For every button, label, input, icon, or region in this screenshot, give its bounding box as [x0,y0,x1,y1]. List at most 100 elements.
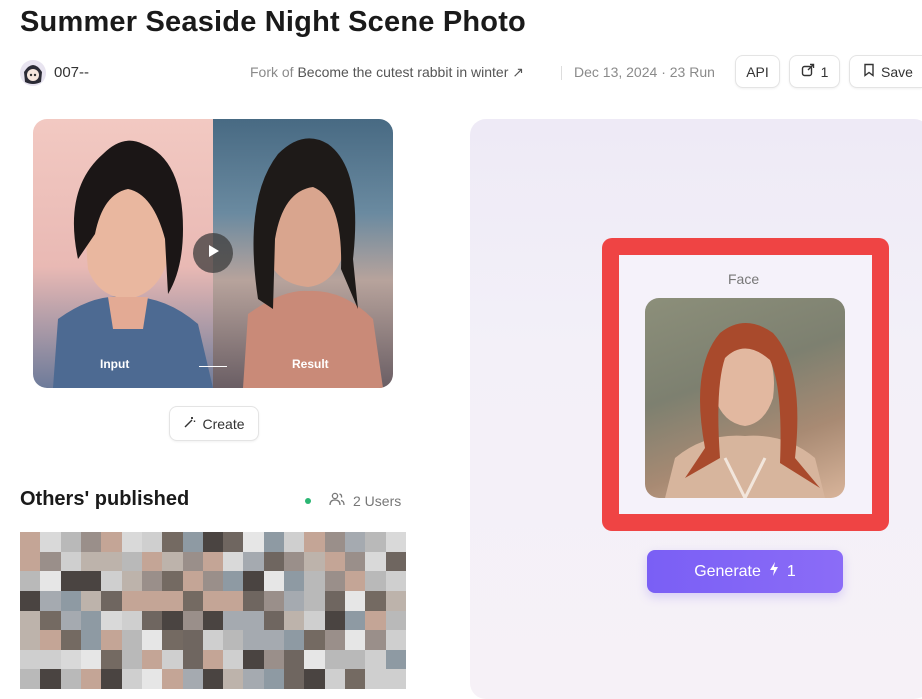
api-button[interactable]: API [735,55,780,88]
thumbnail-pixel [141,610,163,631]
run-count: 23 Run [669,64,715,80]
thumbnail-pixel [385,669,406,689]
thumbnail-pixel [60,610,81,631]
thumbnail-pixel [80,610,102,631]
thumbnail-pixel [223,610,244,631]
thumbnail-pixel [182,590,203,611]
thumbnail-pixel [162,610,183,631]
thumbnail-pixel [60,551,81,572]
thumbnail-pixel [202,590,224,611]
thumbnail-pixel [202,669,224,689]
thumbnail-pixel [345,669,366,689]
thumbnail-pixel [263,630,285,650]
face-image[interactable] [645,298,845,498]
users-count[interactable]: 2 Users [305,492,401,509]
play-button[interactable] [193,233,233,273]
thumbnail-pixel [365,571,386,591]
thumbnail-pixel [20,532,41,552]
thumbnail-pixel [121,590,142,611]
thumbnail-pixel [40,551,61,572]
thumbnail-pixel [385,610,406,631]
thumbnail-pixel [284,649,305,670]
generate-button[interactable]: Generate 1 [647,550,843,593]
thumbnail-pixel [263,551,285,572]
thumbnail-pixel [162,669,183,689]
users-label: 2 Users [353,492,402,509]
thumbnail-pixel [324,669,346,689]
online-dot [305,497,311,504]
thumbnail-pixel [20,590,41,611]
thumbnail-pixel [223,630,244,650]
thumbnail-pixel [60,532,81,552]
thumbnail-pixel [141,590,163,611]
thumbnail-pixel [324,649,346,670]
thumbnail-pixel [40,571,61,591]
thumbnail-pixel [202,610,224,631]
thumbnail-pixel [101,610,122,631]
thumbnail-pixel [80,551,102,572]
thumbnail-pixel [243,532,264,552]
create-label: Create [202,415,245,432]
thumbnail-pixel [121,610,142,631]
thumbnail-pixel [243,551,264,572]
thumbnail-pixel [60,669,81,689]
thumbnail-pixel [60,571,81,591]
users-icon [329,492,345,509]
divider [561,66,562,80]
thumbnail-pixel [263,571,285,591]
page-title: Summer Seaside Night Scene Photo [20,6,526,38]
thumbnail-pixel [141,630,163,650]
lightning-icon [769,562,779,581]
thumbnail-pixel [182,610,203,631]
thumbnail-pixel [141,571,163,591]
result-label: Result [292,357,329,371]
thumbnail-pixel [40,630,61,650]
thumbnail-pixel [223,669,244,689]
generate-cost: 1 [786,562,796,580]
magic-wand-icon [183,416,196,432]
thumbnail-pixel [284,551,305,572]
thumbnail-pixel [80,649,102,670]
author-username[interactable]: 007-- [54,64,89,81]
thumbnail-pixel [182,571,203,591]
thumbnail-pixel [60,590,81,611]
input-image [33,119,213,388]
input-result-preview[interactable]: Input Result [33,119,393,388]
create-button[interactable]: Create [169,406,259,441]
thumbnail-pixel [223,551,244,572]
thumbnail-pixel [304,590,325,611]
thumbnail-pixel [365,610,386,631]
thumbnail-pixel [202,649,224,670]
thumbnail-pixel [385,532,406,552]
thumbnail-pixel [80,630,102,650]
thumbnail-pixel [345,610,366,631]
thumbnail-pixel [60,649,81,670]
date-text: Dec 13, 2024 [574,64,658,80]
thumbnail-pixel [182,630,203,650]
fork-source-link[interactable]: Become the cutest rabbit in winter ↗ [297,64,524,80]
thumbnail-pixel [141,532,163,552]
thumbnail-pixel [223,590,244,611]
thumbnail-pixel [202,551,224,572]
input-label: Input [100,357,130,371]
thumbnail-pixel [263,669,285,689]
thumbnail-pixel [263,532,285,552]
save-button[interactable]: Save [849,55,922,88]
thumbnail-pixel [121,649,142,670]
thumbnail-pixel [345,551,366,572]
thumbnail-pixel [284,532,305,552]
thumbnail-pixel [20,610,41,631]
thumbnail-pixel [223,649,244,670]
thumbnail-pixel [121,630,142,650]
thumbnail-pixel [101,649,122,670]
thumbnail-pixel [365,551,386,572]
published-thumbnail[interactable] [20,532,406,689]
share-button[interactable]: 1 [789,55,840,88]
thumbnail-pixel [243,610,264,631]
thumbnail-pixel [20,649,41,670]
thumbnail-pixel [121,571,142,591]
thumbnail-pixel [324,532,346,552]
thumbnail-pixel [101,590,122,611]
avatar[interactable] [20,60,46,86]
generate-label: Generate [694,562,761,580]
